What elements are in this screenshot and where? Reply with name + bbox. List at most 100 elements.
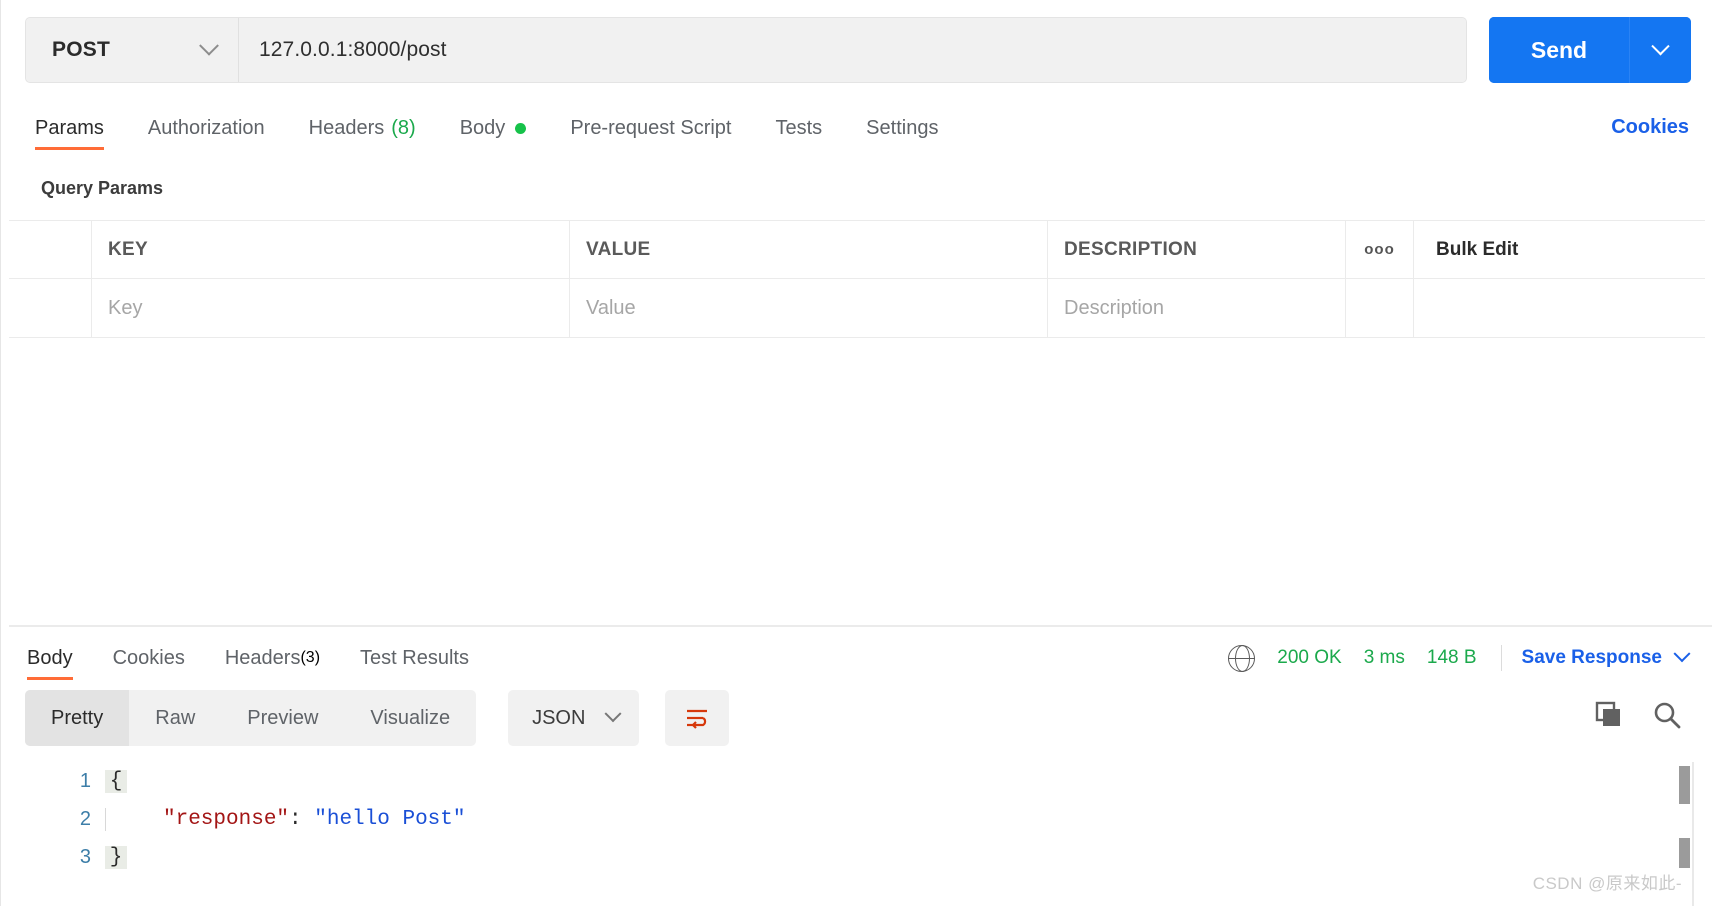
- tab-label: Cookies: [112, 646, 185, 669]
- copy-button[interactable]: [1594, 700, 1624, 735]
- bulk-edit-label: Bulk Edit: [1436, 238, 1519, 260]
- response-body-actions: [1594, 700, 1682, 735]
- code-fold-marker: ·: [105, 807, 127, 831]
- response-tab-body[interactable]: Body: [27, 632, 73, 684]
- tab-body[interactable]: Body: [460, 100, 527, 156]
- json-key: "response": [163, 807, 290, 831]
- tab-authorization[interactable]: Authorization: [148, 100, 265, 156]
- body-scrollbar-thumb[interactable]: [1679, 766, 1690, 804]
- send-button[interactable]: Send: [1489, 17, 1629, 83]
- chevron-down-icon[interactable]: [1673, 645, 1691, 663]
- tab-label: Headers: [224, 646, 301, 669]
- query-params-table: KEY VALUE DESCRIPTION ooo Bulk Edit Key …: [9, 220, 1705, 338]
- send-options-button[interactable]: [1629, 17, 1691, 83]
- tab-headers-count: (8): [391, 116, 416, 139]
- search-icon: [1654, 702, 1681, 729]
- tab-settings[interactable]: Settings: [866, 100, 938, 156]
- param-description-placeholder: Description: [1064, 296, 1165, 319]
- response-format-select[interactable]: JSON: [508, 690, 640, 746]
- header-value: VALUE: [570, 221, 1048, 278]
- tab-headers[interactable]: Headers (8): [309, 100, 416, 156]
- tab-label: Settings: [866, 116, 939, 139]
- tab-label: Headers: [308, 116, 385, 139]
- wrap-text-icon: [687, 709, 708, 729]
- header-value-label: VALUE: [586, 238, 651, 260]
- save-response-button[interactable]: Save Response: [1522, 647, 1662, 669]
- globe-icon[interactable]: [1228, 644, 1256, 672]
- tab-label: Test Results: [360, 646, 469, 669]
- view-mode-raw[interactable]: Raw: [129, 690, 221, 746]
- url-bar: POST 127.0.0.1:8000/post Send: [1, 0, 1712, 100]
- response-view-toolbar: Pretty Raw Preview Visualize JSON: [25, 690, 730, 746]
- view-mode-preview[interactable]: Preview: [221, 690, 344, 746]
- postman-request-response-panel: POST 127.0.0.1:8000/post Send Params Aut…: [0, 0, 1712, 906]
- tab-tests[interactable]: Tests: [775, 100, 822, 156]
- line-number: 1: [79, 769, 91, 792]
- line-number: 3: [79, 845, 91, 868]
- param-key-placeholder: Key: [108, 296, 143, 319]
- json-separator: :: [289, 807, 315, 831]
- header-description-label: DESCRIPTION: [1064, 238, 1198, 260]
- send-button-label: Send: [1530, 36, 1588, 63]
- tab-label: Body: [459, 116, 506, 139]
- header-key-label: KEY: [108, 238, 148, 260]
- param-value-placeholder: Value: [586, 296, 636, 319]
- request-url-value: 127.0.0.1:8000/post: [259, 38, 447, 61]
- code-text: "response": "hello Post": [127, 808, 465, 831]
- request-url-input[interactable]: 127.0.0.1:8000/post: [239, 18, 1466, 82]
- body-scrollbar-track[interactable]: [1692, 762, 1694, 906]
- url-composite: POST 127.0.0.1:8000/post: [25, 17, 1467, 83]
- code-fold-marker[interactable]: }: [105, 845, 127, 869]
- watermark: CSDN @原来如此-: [1532, 874, 1682, 893]
- row-checkbox-cell[interactable]: [9, 279, 92, 337]
- table-header-row: KEY VALUE DESCRIPTION ooo Bulk Edit: [9, 221, 1705, 279]
- response-status: 200 OK: [1277, 647, 1342, 668]
- response-tab-headers[interactable]: Headers (3): [225, 632, 320, 684]
- tab-pre-request-script[interactable]: Pre-request Script: [570, 100, 731, 156]
- response-tab-test-results[interactable]: Test Results: [360, 632, 469, 684]
- response-tab-cookies[interactable]: Cookies: [113, 632, 185, 684]
- json-value: "hello Post": [314, 807, 466, 831]
- row-spacer-cell: [1414, 279, 1705, 337]
- tab-label: Params: [35, 116, 104, 139]
- param-value-input[interactable]: Value: [570, 279, 1048, 337]
- more-options-icon: ooo: [1364, 241, 1395, 258]
- code-fold-marker[interactable]: {: [105, 769, 127, 793]
- tab-params[interactable]: Params: [35, 100, 104, 156]
- bulk-edit-button[interactable]: Bulk Edit: [1414, 221, 1705, 278]
- response-meta-bar: 200 OK 3 ms 148 B Save Response: [1228, 632, 1691, 684]
- response-headers-count: (3): [300, 649, 321, 666]
- param-key-input[interactable]: Key: [92, 279, 570, 337]
- param-description-input[interactable]: Description: [1048, 279, 1346, 337]
- view-mode-visualize[interactable]: Visualize: [344, 690, 476, 746]
- column-options-button[interactable]: ooo: [1346, 221, 1414, 278]
- response-format-label: JSON: [532, 706, 586, 729]
- select-all-cell: [9, 221, 92, 278]
- code-line: 3 }: [1, 838, 1712, 876]
- cookies-link[interactable]: Cookies: [1611, 116, 1689, 139]
- copy-icon: [1595, 701, 1620, 726]
- panel-splitter[interactable]: [9, 625, 1712, 627]
- code-line: 2 · "response": "hello Post": [1, 800, 1712, 838]
- code-line: 1 {: [1, 762, 1712, 800]
- http-method-label: POST: [52, 38, 110, 61]
- body-scrollbar-thumb-secondary[interactable]: [1679, 838, 1690, 868]
- chevron-down-icon: [199, 35, 219, 56]
- header-description: DESCRIPTION: [1048, 221, 1346, 278]
- http-method-select[interactable]: POST: [26, 18, 239, 82]
- table-row: Key Value Description: [9, 279, 1705, 337]
- send-button-group: Send: [1489, 17, 1691, 83]
- view-mode-pretty[interactable]: Pretty: [25, 690, 130, 746]
- response-body-json[interactable]: 1 { 2 · "response": "hello Post" 3 }: [1, 762, 1712, 906]
- header-key: KEY: [92, 221, 570, 278]
- search-body-button[interactable]: [1652, 700, 1682, 735]
- request-tabs: Params Authorization Headers (8) Body Pr…: [1, 100, 1712, 162]
- tab-label: Pre-request Script: [570, 116, 732, 139]
- view-mode-segmented-control: Pretty Raw Preview Visualize: [25, 690, 477, 746]
- wrap-lines-button[interactable]: [665, 690, 730, 746]
- divider: [1500, 645, 1502, 671]
- response-time: 3 ms: [1363, 647, 1405, 668]
- tab-label: Tests: [775, 116, 823, 139]
- line-number: 2: [79, 807, 91, 830]
- chevron-down-icon: [604, 705, 622, 723]
